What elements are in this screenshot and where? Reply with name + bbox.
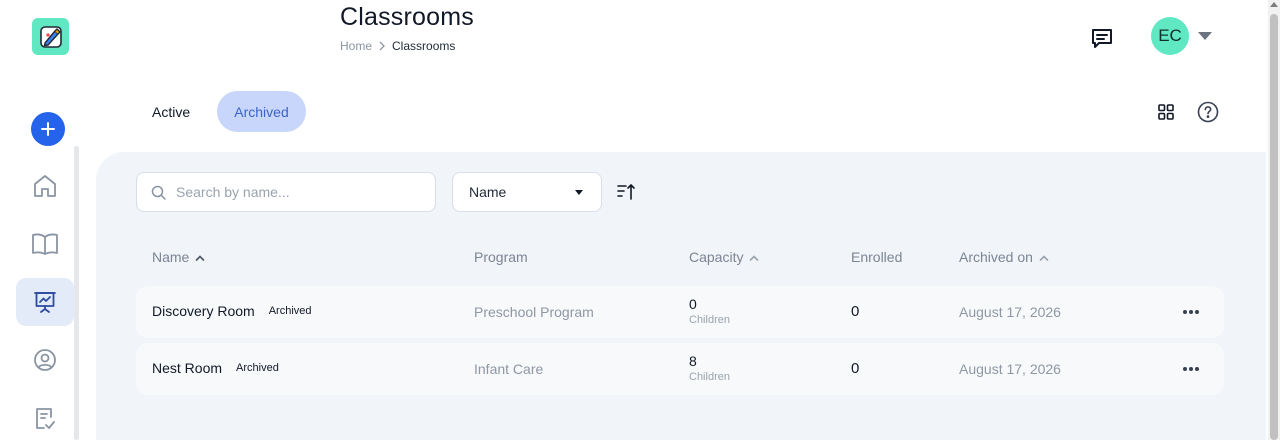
column-header-name[interactable]: Name (152, 249, 205, 265)
capacity-cell: 8 Children (689, 353, 730, 383)
sidebar-item-classrooms[interactable] (16, 278, 74, 326)
search-box[interactable] (136, 172, 436, 212)
capacity-value: 8 (689, 353, 697, 369)
sort-select[interactable]: Name (452, 172, 602, 212)
row-more-button[interactable] (1182, 361, 1200, 377)
sidebar-item-profile[interactable] (16, 336, 74, 384)
status-badge: Archived (268, 305, 312, 317)
chevron-right-icon (379, 41, 385, 51)
grid-view-icon[interactable] (1156, 102, 1176, 122)
more-dot (1183, 367, 1187, 371)
sort-asc-icon (750, 254, 759, 261)
add-button[interactable] (31, 112, 65, 146)
breadcrumb: Home Classrooms (340, 39, 455, 53)
sidebar-item-home[interactable] (16, 162, 74, 210)
book-icon (32, 233, 58, 255)
column-header-label: Name (152, 249, 190, 265)
more-dot (1189, 367, 1193, 371)
sidebar-item-tasks[interactable] (16, 394, 74, 440)
more-dot (1183, 310, 1187, 314)
column-header-enrolled: Enrolled (851, 249, 902, 265)
column-header-label: Program (474, 249, 528, 265)
sidebar-item-library[interactable] (16, 220, 74, 268)
status-badge: Archived (236, 362, 279, 374)
home-icon (34, 175, 56, 197)
column-header-label: Archived on (959, 249, 1033, 265)
enrolled-cell: 0 (851, 303, 860, 320)
archived-on-cell: August 17, 2026 (959, 304, 1061, 320)
table-row[interactable]: Nest Room Archived Infant Care 8 Childre… (136, 343, 1224, 395)
sort-select-value: Name (469, 184, 507, 200)
user-circle-icon (34, 349, 56, 371)
capacity-value: 0 (689, 296, 697, 312)
classrooms-panel: Name Name Program Capacity Enrolled Arch… (96, 152, 1266, 440)
clipboard-check-icon (36, 408, 55, 429)
breadcrumb-current: Classrooms (392, 39, 456, 53)
more-dot (1195, 310, 1199, 314)
messages-button[interactable] (1088, 24, 1116, 52)
presentation-icon (34, 292, 56, 313)
scroll-up-icon[interactable] (1270, 2, 1278, 7)
tab-active[interactable]: Active (136, 91, 206, 132)
app-logo[interactable] (32, 18, 69, 55)
column-header-capacity[interactable]: Capacity (689, 249, 759, 265)
sidebar-scrollbar[interactable] (74, 146, 79, 440)
more-dot (1189, 310, 1193, 314)
row-more-button[interactable] (1182, 304, 1200, 320)
column-header-program: Program (474, 249, 528, 265)
plus-icon (41, 122, 55, 136)
column-header-label: Enrolled (851, 249, 903, 265)
chevron-down-icon[interactable] (1198, 32, 1212, 40)
table-row[interactable]: Discovery Room Archived Preschool Progra… (136, 286, 1224, 338)
page-title: Classrooms (340, 3, 474, 31)
avatar[interactable]: EC (1151, 17, 1189, 55)
chat-icon (1092, 29, 1112, 48)
column-header-archived-on[interactable]: Archived on (959, 249, 1049, 265)
help-icon[interactable] (1197, 101, 1219, 123)
sidebar (0, 0, 96, 440)
search-icon (151, 185, 166, 200)
program-cell: Infant Care (474, 361, 544, 377)
classroom-name-cell: Nest Room Archived (152, 360, 279, 376)
tab-archived[interactable]: Archived (217, 91, 306, 132)
sort-direction-icon[interactable] (616, 182, 636, 202)
classroom-name-cell: Discovery Room Archived (152, 303, 312, 319)
scrollbar-thumb[interactable] (1270, 14, 1278, 440)
classroom-name[interactable]: Discovery Room (152, 303, 255, 319)
capacity-unit: Children (689, 314, 730, 326)
capacity-unit: Children (689, 371, 730, 383)
capacity-cell: 0 Children (689, 296, 730, 326)
breadcrumb-home[interactable]: Home (340, 39, 372, 53)
program-cell: Preschool Program (474, 304, 594, 320)
sort-asc-icon (196, 254, 205, 261)
more-dot (1195, 367, 1199, 371)
sort-asc-icon (1039, 254, 1049, 261)
classroom-name[interactable]: Nest Room (152, 360, 222, 376)
pencil-logo-icon (39, 25, 62, 48)
archived-on-cell: August 17, 2026 (959, 361, 1061, 377)
caret-down-icon (575, 190, 583, 195)
search-input[interactable] (176, 184, 416, 200)
column-header-label: Capacity (689, 249, 744, 265)
enrolled-cell: 0 (851, 360, 860, 377)
page-scrollbar[interactable] (1268, 0, 1280, 440)
